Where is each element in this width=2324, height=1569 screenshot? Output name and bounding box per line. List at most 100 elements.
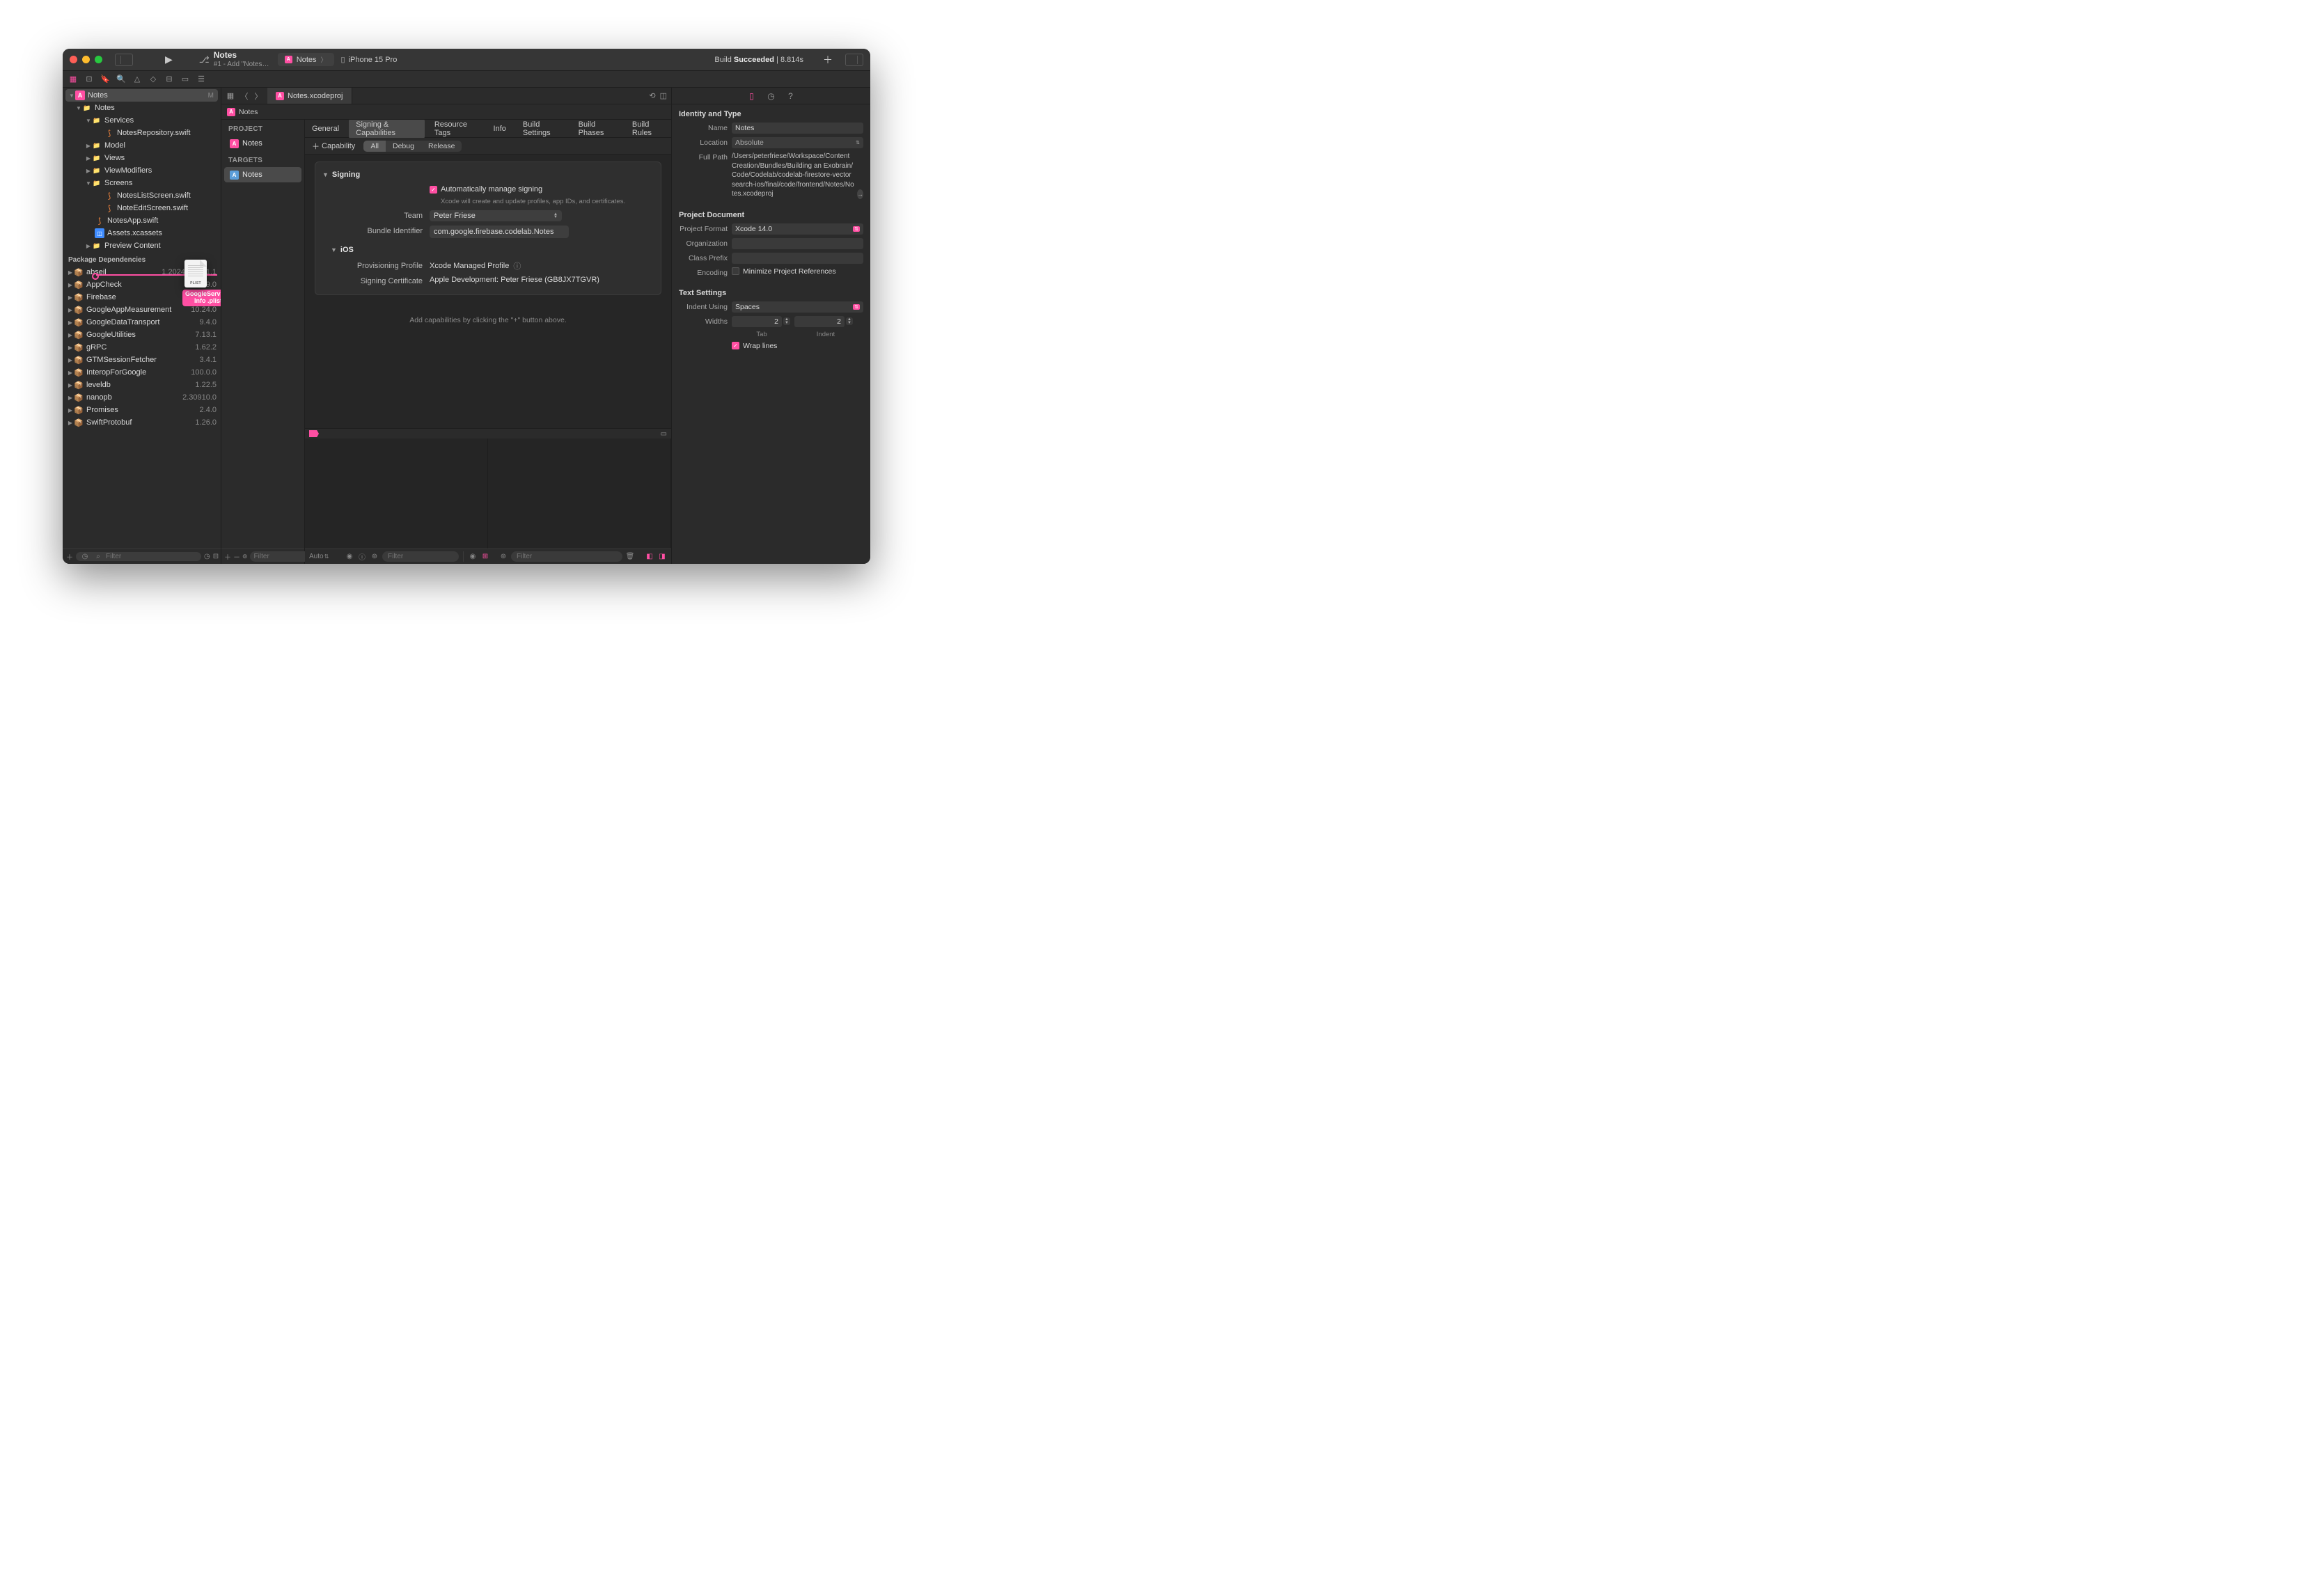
file-noteeditscreen[interactable]: ⟆NoteEditScreen.swift	[63, 202, 221, 214]
navigator-filter-input[interactable]	[106, 553, 198, 560]
tab-general[interactable]: General	[305, 123, 346, 135]
indent-width-stepper[interactable]: ▲▼	[794, 316, 853, 327]
add-capability-button[interactable]: ＋Capability	[312, 141, 355, 152]
breakpoint-tab-icon[interactable]	[309, 430, 319, 437]
team-dropdown[interactable]: Peter Friese▲▼	[430, 210, 562, 221]
breadcrumb[interactable]: A Notes	[221, 104, 671, 120]
related-items-button[interactable]: ▦	[224, 90, 237, 102]
find-navigator-icon[interactable]: 🔍	[115, 73, 127, 86]
auto-manage-signing-checkbox[interactable]: ✓	[430, 186, 437, 194]
file-inspector-icon[interactable]: ▯	[746, 91, 758, 101]
auto-label[interactable]: Auto	[309, 553, 319, 560]
seg-release[interactable]: Release	[421, 141, 462, 152]
file-noteslistscreen[interactable]: ⟆NotesListScreen.swift	[63, 189, 221, 202]
package-row[interactable]: ▶📦GTMSessionFetcher3.4.1	[63, 354, 221, 366]
right-pane-toggle[interactable]: ◨	[657, 553, 667, 560]
package-row[interactable]: ▶📦GoogleAppMeasurement10.24.0	[63, 303, 221, 316]
folder-notes[interactable]: ▼📁Notes	[63, 102, 221, 114]
add-file-button[interactable]: ＋	[66, 551, 73, 562]
tab-width-stepper[interactable]: ▲▼	[732, 316, 790, 327]
tab-build-settings[interactable]: Build Settings	[516, 120, 569, 139]
package-row[interactable]: ▶📦InteropForGoogle100.0.0	[63, 366, 221, 379]
dock-icon[interactable]: ▭	[661, 430, 667, 438]
bundle-identifier-input[interactable]	[430, 226, 569, 238]
file-notesapp[interactable]: ⟆NotesApp.swift	[63, 214, 221, 227]
view-icon[interactable]: ◉	[468, 553, 478, 560]
test-navigator-icon[interactable]: ◇	[147, 73, 159, 86]
toggle-navigator-button[interactable]	[115, 54, 133, 66]
forward-button[interactable]: 〉	[252, 90, 265, 102]
tab-resource-tags[interactable]: Resource Tags	[427, 120, 484, 139]
name-input[interactable]	[732, 123, 863, 134]
folder-model[interactable]: ▶📁Model	[63, 139, 221, 152]
chevron-down-icon[interactable]: ▼	[322, 171, 329, 178]
recent-filter-button[interactable]: ◷	[204, 553, 210, 560]
debug-navigator-icon[interactable]: ⊟	[163, 73, 175, 86]
project-format-dropdown[interactable]: Xcode 14.0⇅	[732, 223, 863, 235]
folder-viewmodifiers[interactable]: ▶📁ViewModifiers	[63, 164, 221, 177]
device-selector[interactable]: ▯ iPhone 15 Pro	[341, 55, 398, 64]
package-row[interactable]: ▶📦GoogleUtilities7.13.1	[63, 329, 221, 341]
package-row[interactable]: ▶📦Firebase10.24.0	[63, 291, 221, 303]
class-prefix-input[interactable]	[732, 253, 863, 264]
help-inspector-icon[interactable]: ?	[785, 91, 797, 101]
project-row[interactable]: ANotes	[224, 136, 301, 151]
zoom-window-button[interactable]	[95, 56, 102, 63]
filter-pill[interactable]: ◷ ⌕	[76, 552, 201, 561]
package-row[interactable]: ▶📦SwiftProtobuf1.26.0	[63, 416, 221, 429]
organization-input[interactable]	[732, 238, 863, 249]
trash-icon[interactable]: 🗑	[625, 553, 635, 560]
tab-build-rules[interactable]: Build Rules	[625, 120, 671, 139]
minimize-window-button[interactable]	[82, 56, 90, 63]
left-pane-toggle[interactable]: ◧	[645, 553, 654, 560]
back-button[interactable]: 〈	[238, 90, 251, 102]
minimize-refs-checkbox[interactable]	[732, 267, 739, 275]
folder-preview-content[interactable]: ▶📁Preview Content	[63, 239, 221, 252]
split-editor-button[interactable]: ◫	[660, 91, 667, 100]
tab-notes-xcodeproj[interactable]: A Notes.xcodeproj	[267, 88, 352, 104]
view-icon[interactable]: ◉	[345, 553, 354, 560]
configuration-segmented-control[interactable]: All Debug Release	[363, 141, 462, 152]
package-row[interactable]: ▶📦gRPC1.62.2	[63, 341, 221, 354]
folder-screens[interactable]: ▼📁Screens	[63, 177, 221, 189]
add-button[interactable]: ＋	[823, 53, 833, 67]
seg-all[interactable]: All	[363, 141, 386, 152]
run-button[interactable]: ▶	[165, 54, 173, 65]
folder-views[interactable]: ▶📁Views	[63, 152, 221, 164]
indent-using-dropdown[interactable]: Spaces⇅	[732, 301, 863, 313]
metadata-icon[interactable]: ⊞	[480, 553, 490, 560]
wrap-lines-checkbox[interactable]: ✓	[732, 342, 739, 349]
toggle-inspector-button[interactable]	[845, 54, 863, 66]
scm-status-filter-button[interactable]: ⊟	[213, 553, 219, 560]
refresh-icon[interactable]: ⟲	[649, 91, 655, 100]
scheme-selector[interactable]: A Notes 〉	[278, 53, 334, 66]
remove-target-button[interactable]: －	[233, 551, 240, 562]
console-filter-input[interactable]	[511, 551, 622, 562]
reveal-in-finder-button[interactable]: →	[857, 189, 863, 199]
package-row[interactable]: ▶📦GoogleDataTransport9.4.0	[63, 316, 221, 329]
target-row-notes[interactable]: ANotes	[224, 167, 301, 182]
package-row[interactable]: ▶📦AppCheck10.19.0	[63, 278, 221, 291]
chevron-down-icon[interactable]: ▼	[331, 246, 337, 253]
package-row[interactable]: ▶📦leveldb1.22.5	[63, 379, 221, 391]
tab-signing-capabilities[interactable]: Signing & Capabilities	[349, 120, 425, 139]
location-dropdown[interactable]: Absolute⇅	[732, 137, 863, 148]
breakpoint-navigator-icon[interactable]: ▭	[179, 73, 191, 86]
info-icon[interactable]: ⓘ	[513, 260, 521, 271]
info-icon[interactable]: ⓘ	[357, 551, 367, 562]
seg-debug[interactable]: Debug	[386, 141, 421, 152]
project-root[interactable]: ▼A Notes M	[65, 89, 218, 102]
package-row[interactable]: ▶📦Promises2.4.0	[63, 404, 221, 416]
console-view[interactable]	[488, 439, 671, 549]
tab-build-phases[interactable]: Build Phases	[572, 120, 622, 139]
package-row[interactable]: ▶📦abseil1.2024011601.1	[63, 266, 221, 278]
variables-filter-input[interactable]	[382, 551, 459, 562]
report-navigator-icon[interactable]: ☰	[195, 73, 207, 86]
file-notes-repository[interactable]: ⟆NotesRepository.swift	[63, 127, 221, 139]
bookmark-navigator-icon[interactable]: 🔖	[99, 73, 111, 86]
issue-navigator-icon[interactable]: △	[131, 73, 143, 86]
project-navigator-icon[interactable]: ▦	[67, 73, 79, 86]
history-inspector-icon[interactable]: ◷	[765, 91, 778, 101]
variables-view[interactable]	[305, 439, 488, 549]
source-control-navigator-icon[interactable]: ⊡	[83, 73, 95, 86]
